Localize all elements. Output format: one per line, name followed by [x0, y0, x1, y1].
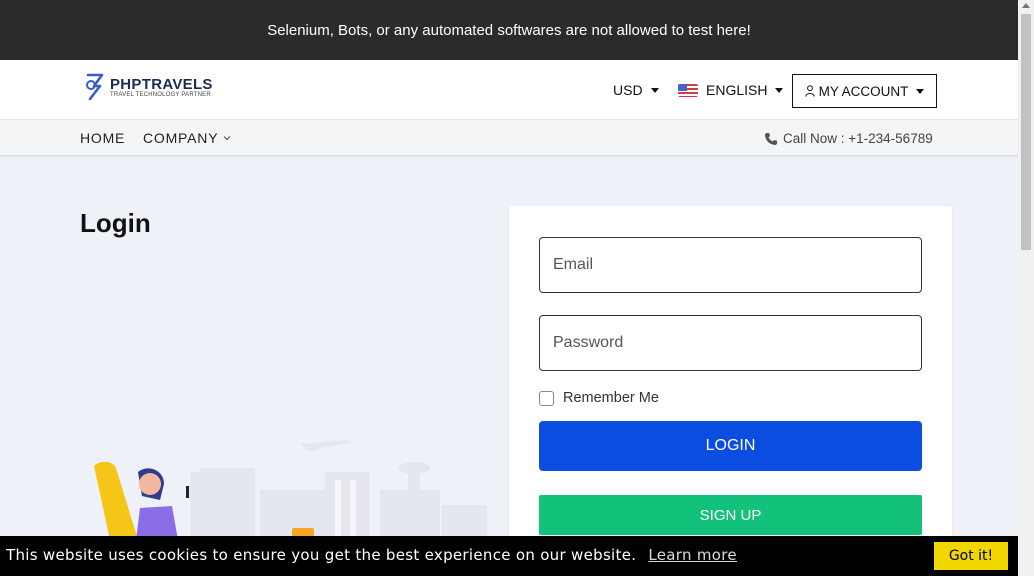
signup-button[interactable]: SIGN UP — [539, 495, 922, 535]
password-field[interactable] — [539, 315, 922, 371]
logo[interactable]: PHPTRAVELS TRAVEL TECHNOLOGY PARTNER — [82, 72, 213, 102]
cookie-text-wrap: This website uses cookies to ensure you … — [6, 546, 737, 564]
logo-icon — [86, 73, 104, 101]
caret-down-icon — [775, 87, 784, 93]
nav-company[interactable]: COMPANY — [143, 130, 231, 146]
cookie-accept-button[interactable]: Got it! — [934, 542, 1008, 570]
call-now-text: Call Now : +1-234-56789 — [783, 131, 933, 146]
main-nav: HOME COMPANY Call Now : +1-234-56789 — [0, 120, 1018, 156]
travel-illustration — [94, 440, 487, 540]
caret-down-icon — [916, 88, 925, 94]
currency-dropdown[interactable]: USD — [613, 82, 659, 98]
language-dropdown[interactable]: ENGLISH — [678, 82, 784, 98]
cookie-banner: This website uses cookies to ensure you … — [0, 536, 1018, 576]
my-account-label: MY ACCOUNT — [818, 83, 909, 99]
logo-title: PHPTRAVELS — [110, 76, 213, 93]
remember-me-label: Remember Me — [563, 390, 659, 406]
us-flag-icon — [678, 83, 698, 97]
login-button[interactable]: LOGIN — [539, 421, 922, 471]
email-field[interactable] — [539, 237, 922, 293]
remember-me-checkbox[interactable] — [539, 390, 554, 406]
my-account-button[interactable]: MY ACCOUNT — [792, 74, 937, 108]
bot-warning-text: Selenium, Bots, or any automated softwar… — [267, 21, 751, 39]
bot-warning-banner: Selenium, Bots, or any automated softwar… — [0, 0, 1018, 60]
chevron-down-icon — [223, 136, 231, 141]
cookie-message: This website uses cookies to ensure you … — [6, 546, 637, 564]
login-card: Remember Me LOGIN SIGN UP — [509, 206, 952, 546]
language-label: ENGLISH — [706, 82, 768, 98]
caret-down-icon — [650, 87, 659, 93]
scrollbar-thumb[interactable] — [1021, 14, 1031, 250]
page-title: Login — [80, 208, 151, 238]
call-now[interactable]: Call Now : +1-234-56789 — [764, 131, 933, 146]
cookie-learn-more-link[interactable]: Learn more — [648, 546, 737, 564]
phone-icon — [765, 132, 777, 145]
user-icon — [804, 85, 815, 97]
logo-subtitle: TRAVEL TECHNOLOGY PARTNER — [110, 92, 211, 98]
top-header: PHPTRAVELS TRAVEL TECHNOLOGY PARTNER USD… — [0, 60, 1018, 120]
nav-company-label: COMPANY — [143, 130, 219, 146]
nav-home[interactable]: HOME — [80, 130, 125, 146]
currency-label: USD — [613, 82, 643, 98]
remember-me[interactable]: Remember Me — [539, 390, 659, 406]
scroll-up-arrow-icon[interactable] — [1022, 3, 1030, 8]
vertical-scrollbar[interactable] — [1018, 0, 1034, 576]
